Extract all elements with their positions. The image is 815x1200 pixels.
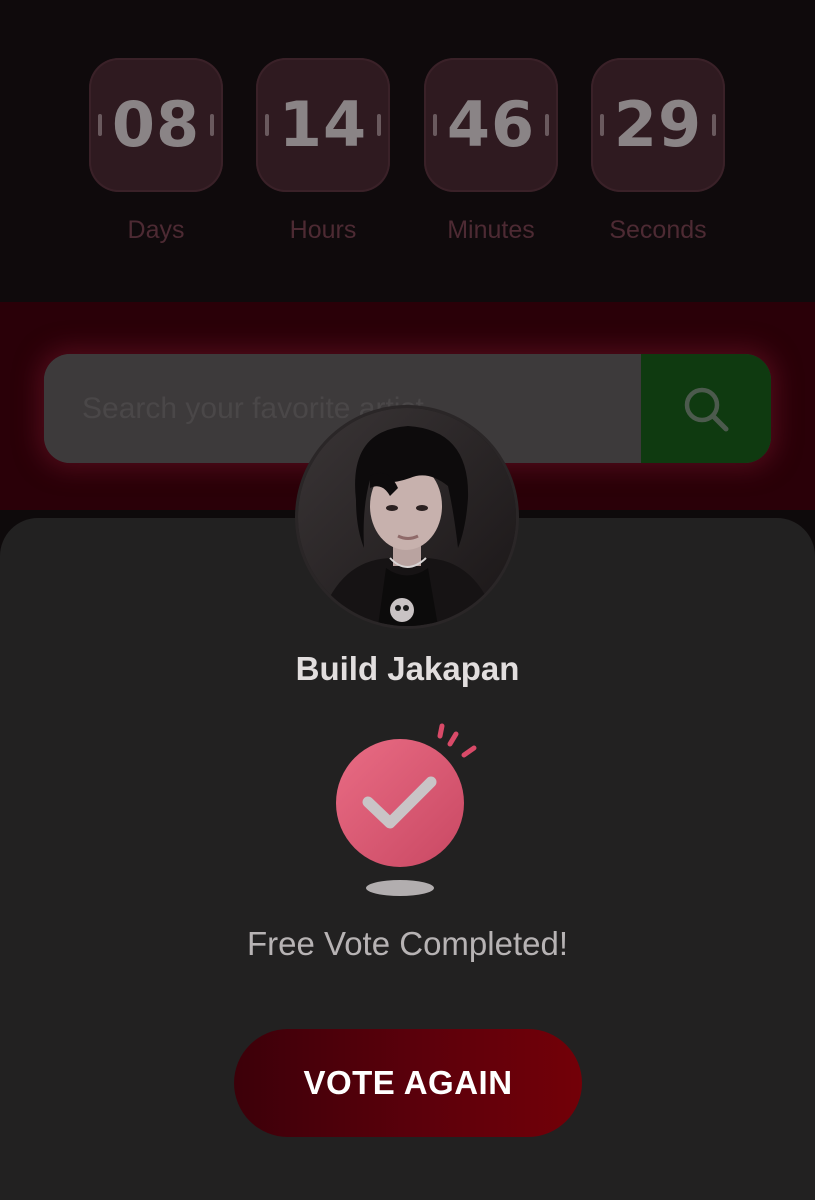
- search-icon: [684, 387, 729, 432]
- countdown-label: Hours: [289, 216, 357, 244]
- countdown-value: 46: [446, 88, 536, 161]
- checkmark-icon: [336, 723, 477, 896]
- countdown-label: Minutes: [447, 216, 535, 244]
- countdown-box: 29: [591, 58, 725, 192]
- countdown-days: 08 Days: [89, 58, 223, 245]
- countdown-minutes: 46 Minutes: [424, 58, 558, 245]
- artist-name: Build Jakapan: [295, 650, 520, 687]
- vote-again-button[interactable]: VOTE AGAIN: [234, 1029, 582, 1137]
- countdown-box: 08: [89, 58, 223, 192]
- countdown-box: 46: [424, 58, 558, 192]
- countdown-value: 08: [111, 88, 201, 161]
- countdown-box: 14: [256, 58, 390, 192]
- countdown-value: 29: [613, 88, 703, 161]
- countdown-value: 14: [278, 88, 368, 161]
- vote-page: 08 Days 14 Hours 46 Minutes 29 Seconds S…: [0, 0, 815, 1200]
- artist-avatar: [298, 408, 516, 626]
- countdown-seconds: 29 Seconds: [591, 58, 725, 245]
- search-button[interactable]: [641, 354, 771, 463]
- countdown-timer: 08 Days 14 Hours 46 Minutes 29 Seconds: [0, 0, 815, 302]
- countdown-label: Seconds: [609, 216, 707, 244]
- countdown-label: Days: [127, 216, 185, 244]
- countdown-hours: 14 Hours: [256, 58, 390, 245]
- vote-success-graphic: [330, 722, 490, 907]
- artist-photo: [298, 408, 516, 626]
- vote-status-message: Free Vote Completed!: [246, 925, 568, 962]
